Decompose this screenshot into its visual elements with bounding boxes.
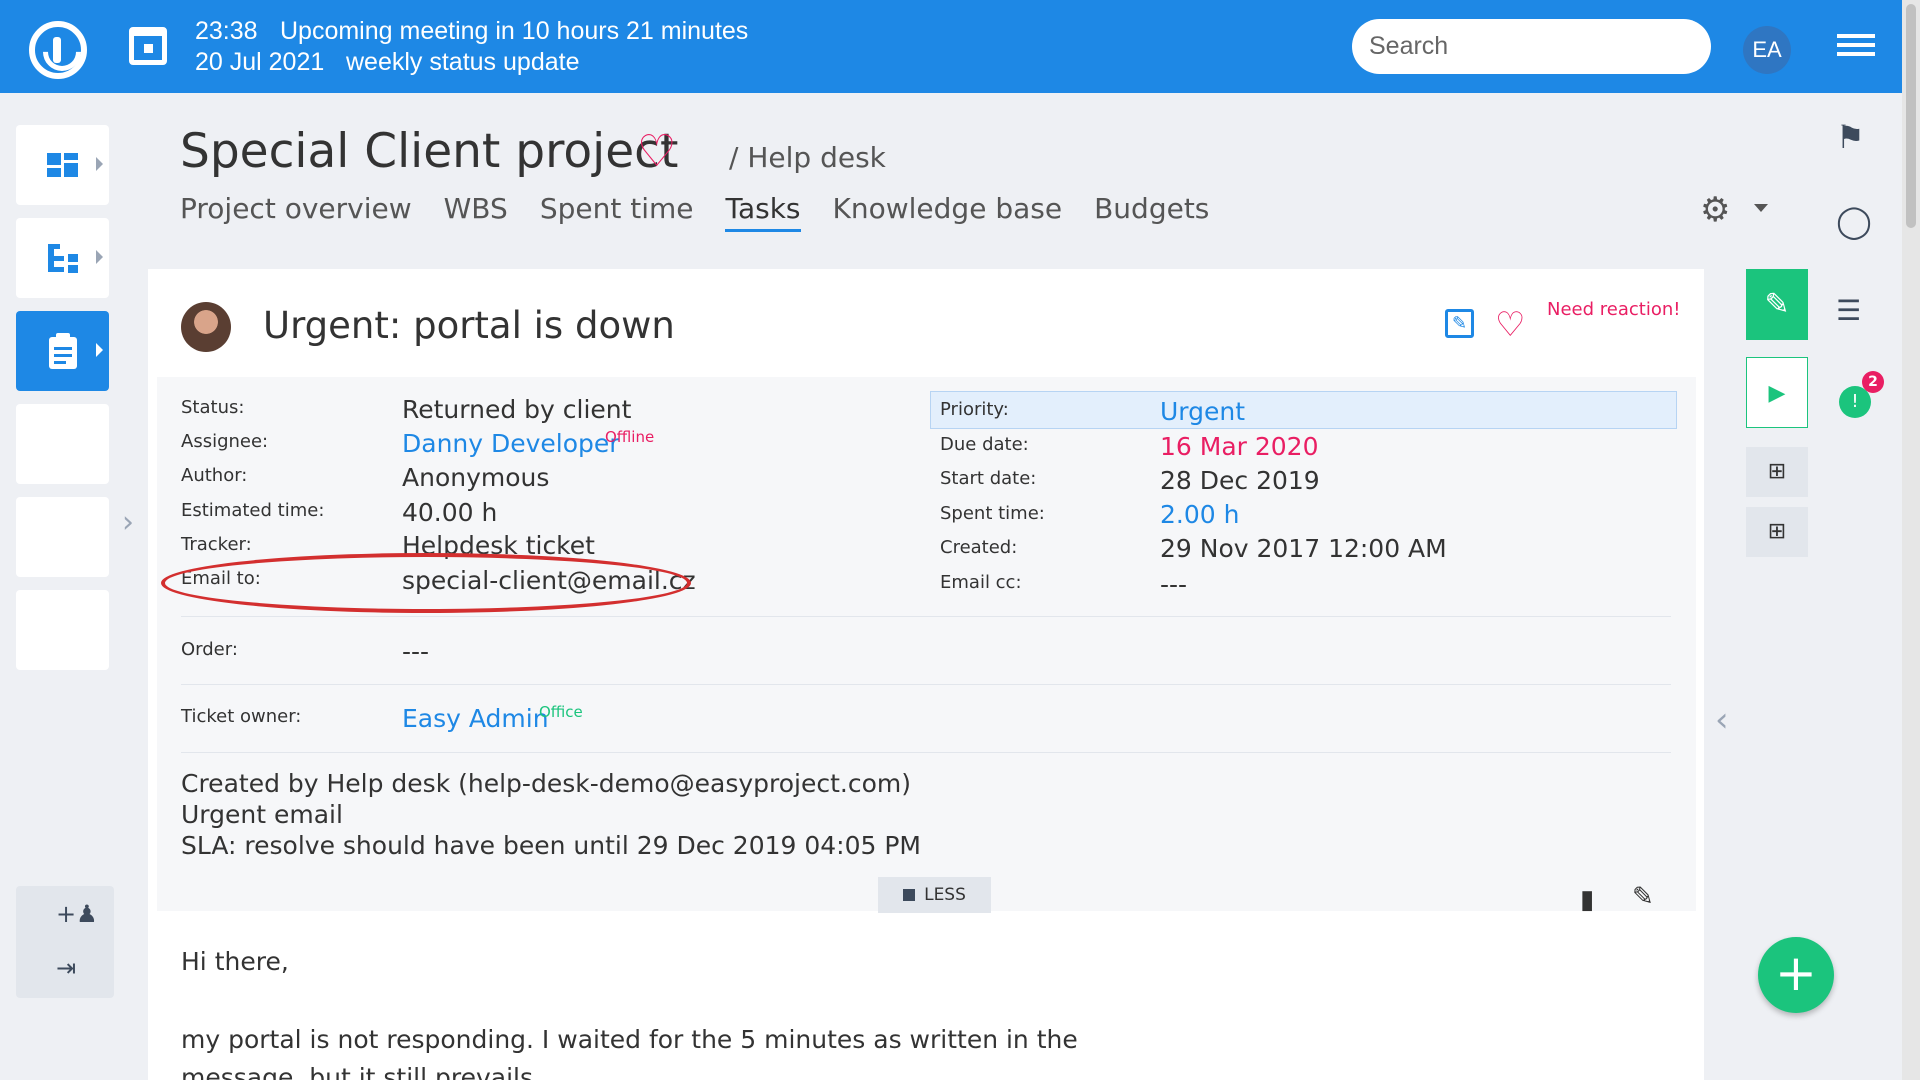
description-line: Urgent email — [181, 800, 343, 829]
author-value: Anonymous — [402, 463, 550, 492]
breadcrumb[interactable]: / Help desk — [729, 141, 886, 174]
chevron-right-icon — [96, 250, 103, 264]
pencil-icon[interactable]: ✎ — [1632, 882, 1654, 912]
message-body-line: message, but it still prevails. — [181, 1063, 541, 1080]
add-user-icon[interactable]: +♟ — [56, 900, 98, 928]
logout-icon[interactable]: ⇥ — [56, 954, 76, 982]
scrollbar-thumb[interactable] — [1906, 4, 1916, 228]
email-cc-label: Email cc: — [940, 572, 1022, 593]
task-title: Urgent: portal is down — [263, 304, 675, 347]
sidebar-tile-empty[interactable] — [16, 497, 109, 577]
project-tabs: Project overview WBS Spent time Tasks Kn… — [180, 192, 1209, 232]
plus-icon: ⊞ — [1767, 459, 1787, 484]
spent-time-link[interactable]: 2.00 h — [1160, 500, 1239, 529]
author-label: Author: — [181, 465, 248, 486]
created-label: Created: — [940, 537, 1018, 558]
start-date-label: Start date: — [940, 468, 1037, 489]
description-line: Created by Help desk (help-desk-demo@eas… — [181, 769, 912, 798]
estimated-time-value: 40.00 h — [402, 498, 498, 527]
status-label: Status: — [181, 397, 245, 418]
tab-spent-time[interactable]: Spent time — [540, 192, 694, 232]
need-reaction-label: Need reaction! — [1547, 299, 1681, 320]
pencil-icon: ✎ — [1764, 287, 1790, 322]
created-value: 29 Nov 2017 12:00 AM — [1160, 534, 1447, 563]
sidebar-tile-empty[interactable] — [16, 404, 109, 484]
chevron-right-icon — [96, 343, 103, 357]
sidebar-tree[interactable] — [16, 218, 109, 298]
calendar-icon[interactable] — [129, 27, 167, 65]
task-description: Created by Help desk (help-desk-demo@eas… — [181, 768, 921, 861]
gear-icon[interactable]: ⚙ — [1700, 190, 1730, 230]
plus-icon: + — [1775, 944, 1817, 1002]
assignee-link[interactable]: Danny Developer — [402, 429, 620, 458]
edit-icon[interactable]: ✎ — [1445, 309, 1474, 338]
tab-project-overview[interactable]: Project overview — [180, 192, 412, 232]
sidebar-tile-empty[interactable] — [16, 590, 109, 670]
comment-icon[interactable]: ▮ — [1580, 885, 1594, 915]
priority-label: Priority: — [940, 399, 1009, 420]
ticket-owner-label: Ticket owner: — [181, 706, 302, 727]
message-body-line: Hi there, — [181, 947, 289, 976]
heart-icon[interactable]: ♡ — [1495, 305, 1525, 345]
divider — [181, 684, 1671, 685]
start-timer-button[interactable]: ▶ — [1746, 357, 1808, 428]
add-fab-button[interactable]: + — [1758, 937, 1834, 1013]
chevron-right-icon — [96, 157, 103, 171]
meeting-line-2[interactable]: 20 Jul 2021 weekly status update — [195, 47, 579, 78]
top-bar: 23:38 Upcoming meeting in 10 hours 21 min… — [0, 0, 1902, 93]
user-avatar[interactable]: EA — [1743, 26, 1791, 74]
tab-knowledge-base[interactable]: Knowledge base — [833, 192, 1063, 232]
tab-wbs[interactable]: WBS — [444, 192, 508, 232]
heart-icon[interactable]: ♡ — [637, 126, 676, 177]
ticket-owner-link[interactable]: Easy Admin — [402, 704, 549, 733]
collapse-panel-chevron-icon[interactable]: ‹ — [1715, 700, 1729, 740]
assignee-status: Offline — [605, 428, 655, 446]
priority-value[interactable]: Urgent — [1160, 397, 1245, 426]
scrollbar[interactable] — [1902, 0, 1920, 1080]
add-button[interactable]: ⊞ — [1746, 507, 1808, 557]
divider — [181, 752, 1671, 753]
order-value: --- — [402, 637, 430, 666]
bulb-icon[interactable]: ◯ — [1836, 202, 1872, 240]
chevron-down-icon[interactable] — [1754, 204, 1768, 212]
tab-budgets[interactable]: Budgets — [1094, 192, 1209, 232]
add-button[interactable]: ⊞ — [1746, 447, 1808, 497]
meeting-line-1[interactable]: 23:38 Upcoming meeting in 10 hours 21 min… — [195, 16, 748, 47]
tracker-label: Tracker: — [181, 534, 252, 555]
email-highlight-annotation — [161, 553, 691, 613]
play-icon: ▶ — [1768, 381, 1786, 406]
estimated-time-label: Estimated time: — [181, 500, 325, 521]
less-button[interactable]: LESS — [878, 877, 991, 913]
avatar — [181, 302, 231, 352]
expand-sidebar-chevron-icon[interactable]: › — [122, 505, 134, 540]
logo-icon[interactable] — [29, 21, 87, 79]
ticket-owner-status: Office — [539, 703, 583, 721]
status-value: Returned by client — [402, 395, 632, 424]
edit-task-button[interactable]: ✎ — [1746, 269, 1808, 340]
priority-row-highlight — [930, 391, 1677, 429]
due-date-value: 16 Mar 2020 — [1160, 432, 1319, 461]
collapse-icon — [903, 889, 916, 901]
start-date-value: 28 Dec 2019 — [1160, 466, 1320, 495]
assignee-label: Assignee: — [181, 431, 269, 452]
flag-icon[interactable]: ⚑ — [1836, 118, 1865, 156]
tab-tasks[interactable]: Tasks — [725, 192, 801, 232]
due-date-label: Due date: — [940, 434, 1029, 455]
project-title: Special Client project — [180, 124, 679, 179]
search-input[interactable] — [1352, 19, 1711, 74]
divider — [181, 616, 1671, 617]
message-body-line: my portal is not responding. I waited fo… — [181, 1025, 1078, 1054]
email-cc-value: --- — [1160, 570, 1188, 599]
sidebar-tasks[interactable] — [16, 311, 109, 391]
timer-badge: 2 — [1862, 371, 1884, 393]
checklist-icon[interactable]: ☰ — [1836, 294, 1861, 327]
spent-time-label: Spent time: — [940, 503, 1045, 524]
sidebar-dashboard[interactable] — [16, 125, 109, 205]
description-line: SLA: resolve should have been until 29 D… — [181, 831, 922, 860]
hamburger-icon[interactable] — [1837, 34, 1875, 60]
sidebar-bottom-actions: +♟ ⇥ — [16, 886, 114, 998]
plus-icon: ⊞ — [1767, 519, 1787, 544]
order-label: Order: — [181, 639, 238, 660]
